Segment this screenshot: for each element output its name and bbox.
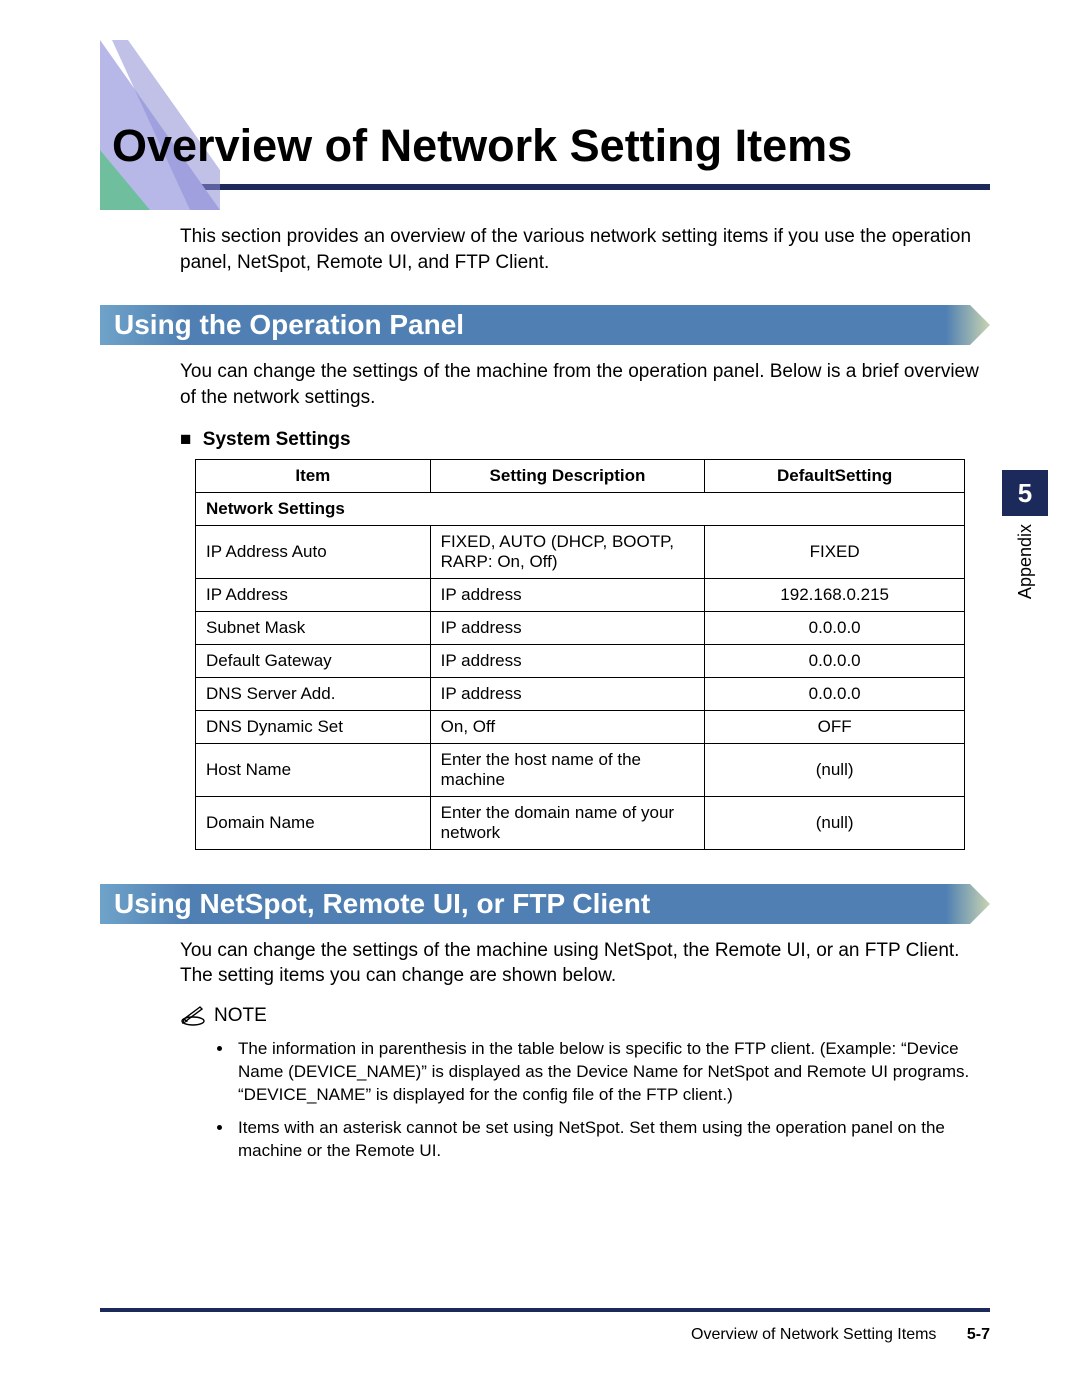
section1-intro: You can change the settings of the machi… bbox=[180, 359, 990, 410]
cell-item: Host Name bbox=[196, 743, 431, 796]
cell-item: Subnet Mask bbox=[196, 611, 431, 644]
section-title-1: Using the Operation Panel bbox=[100, 305, 990, 345]
page: Overview of Network Setting Items This s… bbox=[0, 0, 1080, 1388]
square-bullet-icon: ■ bbox=[180, 429, 191, 450]
intro-paragraph: This section provides an overview of the… bbox=[180, 224, 990, 275]
chapter-number-box: 5 bbox=[1002, 470, 1048, 516]
table-row: Default Gateway IP address 0.0.0.0 bbox=[196, 644, 965, 677]
col-default: DefaultSetting bbox=[705, 459, 965, 492]
cell-item: DNS Dynamic Set bbox=[196, 710, 431, 743]
cell-desc: IP address bbox=[430, 611, 705, 644]
cell-item: IP Address Auto bbox=[196, 525, 431, 578]
cell-default: FIXED bbox=[705, 525, 965, 578]
cell-desc: IP address bbox=[430, 644, 705, 677]
note-item: Items with an asterisk cannot be set usi… bbox=[234, 1117, 990, 1163]
network-settings-table: Item Setting Description DefaultSetting … bbox=[195, 459, 965, 850]
cell-item: IP Address bbox=[196, 578, 431, 611]
note-label: NOTE bbox=[214, 1005, 267, 1027]
footer-rule bbox=[100, 1308, 990, 1312]
table-row: DNS Dynamic Set On, Off OFF bbox=[196, 710, 965, 743]
page-number: 5-7 bbox=[967, 1326, 990, 1343]
table-row: Subnet Mask IP address 0.0.0.0 bbox=[196, 611, 965, 644]
chapter-side-tab: 5 Appendix bbox=[1000, 470, 1050, 599]
title-rule bbox=[100, 184, 990, 190]
footer-line: Overview of Network Setting Items 5-7 bbox=[100, 1326, 990, 1344]
chapter-label: Appendix bbox=[1015, 524, 1036, 599]
note-list: The information in parenthesis in the ta… bbox=[216, 1038, 990, 1163]
cell-item: DNS Server Add. bbox=[196, 677, 431, 710]
cell-desc: FIXED, AUTO (DHCP, BOOTP, RARP: On, Off) bbox=[430, 525, 705, 578]
table-row: Domain Name Enter the domain name of you… bbox=[196, 796, 965, 849]
cell-default: 192.168.0.215 bbox=[705, 578, 965, 611]
section-heading-1: Using the Operation Panel bbox=[100, 305, 990, 345]
cell-item: Default Gateway bbox=[196, 644, 431, 677]
section-heading-2: Using NetSpot, Remote UI, or FTP Client bbox=[100, 884, 990, 924]
cell-default: 0.0.0.0 bbox=[705, 611, 965, 644]
section-title-2: Using NetSpot, Remote UI, or FTP Client bbox=[100, 884, 990, 924]
cell-default: (null) bbox=[705, 796, 965, 849]
cell-default: 0.0.0.0 bbox=[705, 677, 965, 710]
pencil-icon bbox=[180, 1005, 206, 1027]
cell-item: Domain Name bbox=[196, 796, 431, 849]
table-row: IP Address Auto FIXED, AUTO (DHCP, BOOTP… bbox=[196, 525, 965, 578]
cell-desc: IP address bbox=[430, 677, 705, 710]
table-row: IP Address IP address 192.168.0.215 bbox=[196, 578, 965, 611]
system-settings-subhead: ■ System Settings bbox=[180, 429, 990, 451]
cell-desc: IP address bbox=[430, 578, 705, 611]
table-header-row: Item Setting Description DefaultSetting bbox=[196, 459, 965, 492]
note-heading: NOTE bbox=[180, 1005, 267, 1027]
col-desc: Setting Description bbox=[430, 459, 705, 492]
document-header: Overview of Network Setting Items bbox=[100, 40, 990, 190]
cell-desc: Enter the host name of the machine bbox=[430, 743, 705, 796]
table-row: DNS Server Add. IP address 0.0.0.0 bbox=[196, 677, 965, 710]
cell-default: 0.0.0.0 bbox=[705, 644, 965, 677]
footer-title: Overview of Network Setting Items bbox=[691, 1326, 936, 1343]
system-settings-label: System Settings bbox=[203, 429, 351, 450]
cell-desc: On, Off bbox=[430, 710, 705, 743]
table-category-row: Network Settings bbox=[196, 492, 965, 525]
cell-default: (null) bbox=[705, 743, 965, 796]
note-item: The information in parenthesis in the ta… bbox=[234, 1038, 990, 1107]
section2-intro: You can change the settings of the machi… bbox=[180, 938, 990, 989]
cell-default: OFF bbox=[705, 710, 965, 743]
page-footer: Overview of Network Setting Items 5-7 bbox=[100, 1308, 990, 1344]
note-block: NOTE The information in parenthesis in t… bbox=[180, 1005, 990, 1163]
table-row: Host Name Enter the host name of the mac… bbox=[196, 743, 965, 796]
col-item: Item bbox=[196, 459, 431, 492]
page-title: Overview of Network Setting Items bbox=[100, 40, 990, 172]
cell-desc: Enter the domain name of your network bbox=[430, 796, 705, 849]
category-cell: Network Settings bbox=[196, 492, 965, 525]
